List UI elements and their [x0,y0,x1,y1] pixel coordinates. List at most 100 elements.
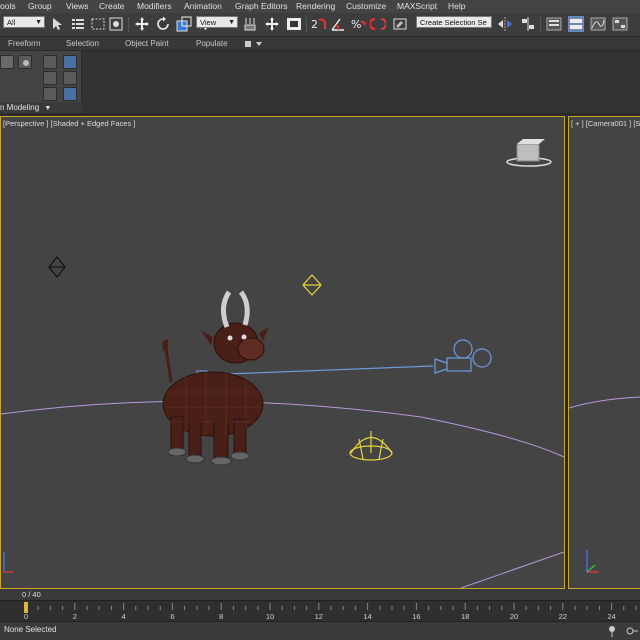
pivot-center-icon[interactable] [242,16,258,32]
pin-icon[interactable] [607,625,617,637]
tab-object-paint[interactable]: Object Paint [125,37,169,51]
edit-named-selection-icon[interactable] [392,16,408,32]
menu-create[interactable]: Create [99,0,125,13]
current-frame-marker[interactable] [24,602,28,613]
tab-populate[interactable]: Populate [196,37,228,51]
chevron-down-icon: ▼ [44,105,52,112]
main-toolbar: All ▼ View ▼ 2 % Create Selection Se [0,13,640,37]
chevron-down-icon: ▼ [228,19,235,26]
omni-light-icon [48,256,66,278]
time-slider-label: 0 / 40 [22,590,41,599]
named-selection-sets-input[interactable]: Create Selection Se [416,16,492,28]
snaps-toggle-icon[interactable]: 2 [310,16,326,32]
ribbon-tool-button[interactable] [0,55,14,69]
select-object-icon[interactable] [50,16,66,32]
tab-freeform[interactable]: Freeform [8,37,40,51]
angle-snap-icon[interactable] [330,16,346,32]
track-tick-label: 16 [412,612,420,621]
toolbar-separator [128,17,129,32]
menu-animation[interactable]: Animation [184,0,222,13]
scene-explorer-icon[interactable] [546,16,562,32]
track-tick-label: 22 [559,612,567,621]
bull-model [162,290,269,466]
track-tick-label: 14 [363,612,371,621]
select-and-link-icon[interactable] [264,16,280,32]
ground-grid-line [1,400,564,458]
polygon-modeling-label[interactable]: n Modeling ▼ [0,102,82,113]
menu-graph-editors[interactable]: Graph Editors [235,0,287,13]
track-tick-label: 6 [170,612,174,621]
track-tick-label: 20 [510,612,518,621]
skylight-icon [349,431,393,461]
selection-filter-value: All [7,18,16,27]
viewcube-icon [506,139,552,167]
ground-grid-line [460,551,564,588]
track-tick-label: 18 [461,612,469,621]
status-text: None Selected [4,625,57,634]
vertex-icon [23,60,29,66]
menu-group[interactable]: Group [28,0,52,13]
svg-text:2: 2 [311,18,318,31]
toolbar-separator [306,17,307,32]
curve-editor-icon[interactable] [590,16,606,32]
track-tick-label: 24 [607,612,615,621]
ribbon-panel-empty [82,51,640,113]
layer-explorer-icon[interactable] [568,16,584,32]
ground-grid-line [569,396,640,409]
ribbon-tabs: Freeform Selection Object Paint Populate [0,37,640,51]
track-ruler: 0 2 4 6 8 10 12 14 16 18 20 22 24 [24,602,637,621]
chevron-down-icon: ▼ [35,19,42,26]
ribbon-options-icon[interactable] [244,40,264,48]
track-tick-label: 10 [266,612,274,621]
menu-tools[interactable]: ools [0,0,16,13]
menu-help[interactable]: Help [448,0,465,13]
toolbar-separator [540,17,541,32]
ribbon-tool-button[interactable] [63,71,77,85]
axis-tripod-icon [3,552,13,573]
spinner-snap-icon[interactable] [370,16,386,32]
menu-customize[interactable]: Customize [346,0,386,13]
perspective-scene [1,139,564,588]
track-tick-label: 2 [73,612,77,621]
svg-text:%: % [351,18,361,31]
align-icon[interactable] [520,16,536,32]
ribbon-tool-button-active[interactable] [63,87,77,101]
ribbon-tool-button-active[interactable] [63,55,77,69]
track-bar[interactable]: 0 2 4 6 8 10 12 14 16 18 20 22 24 [0,600,640,621]
schematic-view-icon[interactable] [612,16,628,32]
key-mode-icon[interactable] [626,625,638,637]
reference-coord-dropdown[interactable]: View ▼ [196,16,238,28]
perspective-viewport[interactable]: [Perspective ] [Shaded + Edged Faces ] [0,116,565,589]
percent-snap-icon[interactable]: % [350,16,366,32]
status-bar: None Selected [0,621,640,640]
ribbon-tool-button[interactable] [43,87,57,101]
mirror-icon[interactable] [497,16,513,32]
track-tick-label: 12 [315,612,323,621]
select-by-name-icon[interactable] [70,16,86,32]
camera-scene [569,396,640,573]
rotate-icon[interactable] [155,16,171,32]
ribbon-tool-button[interactable] [43,71,57,85]
track-tick-label: 8 [219,612,223,621]
tab-selection[interactable]: Selection [66,37,99,51]
polygon-modeling-text: n Modeling [0,103,40,112]
window-crossing-icon[interactable] [108,16,124,32]
rect-selection-region-icon[interactable] [90,16,106,32]
reference-coord-value: View [200,18,217,27]
track-tick-label: 0 [24,612,28,621]
menu-views[interactable]: Views [66,0,89,13]
track-tick-label: 4 [122,612,126,621]
menu-modifiers[interactable]: Modifiers [137,0,171,13]
ribbon-tool-button[interactable] [43,55,57,69]
scale-icon[interactable] [176,16,192,32]
axis-tripod-icon [586,550,599,573]
camera-viewport[interactable]: [ + ] [Camera001 ] [Sh [568,116,640,589]
named-selection-sets-placeholder: Create Selection Se [420,18,487,27]
move-icon[interactable] [134,16,150,32]
target-light-icon [302,274,322,296]
menu-maxscript[interactable]: MAXScript [397,0,437,13]
menu-rendering[interactable]: Rendering [296,0,335,13]
selection-filter-dropdown[interactable]: All ▼ [3,16,45,28]
keyboard-shortcut-override-icon[interactable] [286,16,302,32]
time-slider[interactable]: 0 / 40 [0,589,640,600]
